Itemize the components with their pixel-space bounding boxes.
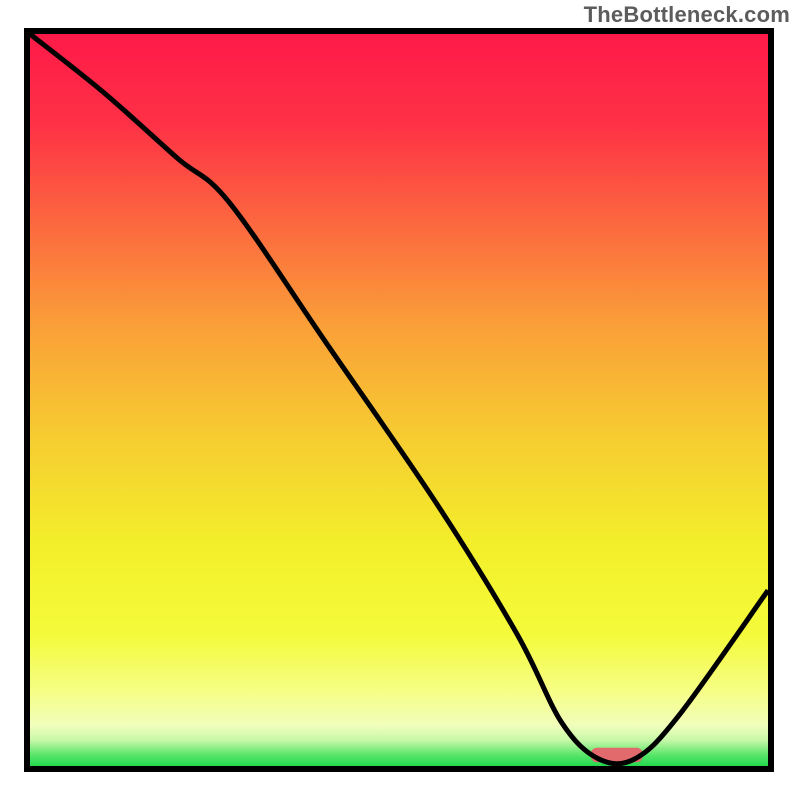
chart-svg — [30, 34, 768, 766]
chart-plot-area — [24, 28, 774, 772]
chart-background-gradient — [30, 34, 768, 766]
watermark-text: TheBottleneck.com — [584, 2, 790, 28]
